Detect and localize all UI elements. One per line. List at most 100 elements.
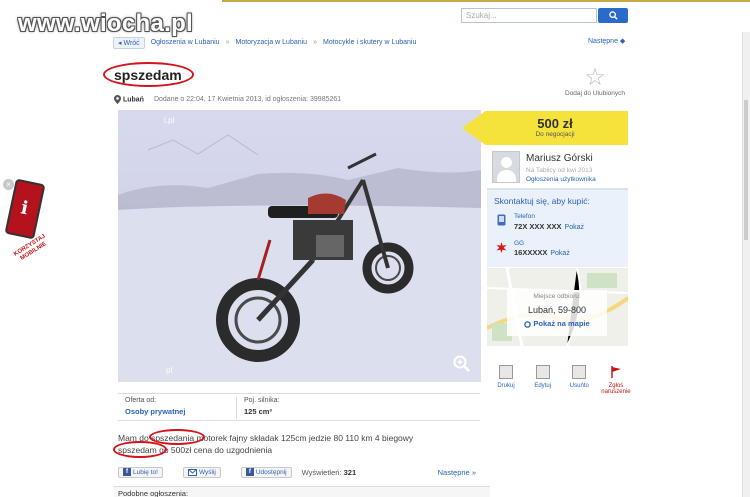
phone-value: 72X XXX XXX Pokaż bbox=[514, 222, 584, 231]
gadu-gadu-icon bbox=[496, 242, 507, 253]
breadcrumb-item[interactable]: Ogłoszenia w Lubaniu bbox=[151, 39, 220, 46]
mobile-banner[interactable]: × i KORZYSTAJ MOBILNIE bbox=[0, 178, 62, 278]
back-button[interactable]: ◂ Wróć bbox=[113, 36, 145, 49]
ad-photo[interactable]: l.pl pl bbox=[118, 110, 481, 382]
print-button[interactable]: Drukuj bbox=[491, 365, 521, 395]
contact-heading: Skontaktuj się, aby kupić: bbox=[494, 196, 590, 206]
envelope-icon bbox=[187, 468, 197, 476]
breadcrumb-separator: » bbox=[313, 39, 317, 46]
description-text: go 500zł cena do uzgodnienia bbox=[156, 445, 273, 455]
gg-number: 16XXXXX bbox=[514, 248, 548, 257]
view-counter: Wyświetleń: 321 bbox=[302, 468, 357, 477]
top-bar: www.wiocha.pl Szukaj... bbox=[0, 0, 750, 37]
trash-icon bbox=[572, 365, 587, 379]
delete-button[interactable]: Usuńto bbox=[564, 365, 594, 395]
location-map[interactable]: Miejsce odbioru: Lubań, 59-800 Pokaż na … bbox=[487, 268, 628, 346]
price-amount: 500 zł bbox=[537, 116, 573, 131]
info-icon: i bbox=[19, 197, 31, 220]
avatar bbox=[492, 151, 520, 183]
breadcrumb-separator: » bbox=[225, 39, 230, 46]
engine-label: Poj. silnika: bbox=[244, 397, 280, 404]
print-label: Drukuj bbox=[497, 383, 515, 389]
next-ad-link[interactable]: Następne ◆ bbox=[588, 37, 625, 45]
add-to-favorites[interactable]: ☆ Dodaj do Ulubionych bbox=[560, 64, 630, 98]
search-icon bbox=[608, 11, 618, 20]
edit-icon bbox=[535, 365, 550, 379]
breadcrumb-item[interactable]: Motocykle i skutery w Lubaniu bbox=[323, 39, 416, 46]
phone-icon bbox=[497, 214, 506, 226]
map-pin-icon bbox=[524, 320, 532, 328]
ad-location: Lubań bbox=[114, 95, 144, 104]
show-map-link[interactable]: Pokaż na mapie bbox=[507, 319, 607, 328]
site-watermark: www.wiocha.pl bbox=[18, 10, 194, 37]
price-note: Do negocjacji bbox=[535, 131, 575, 138]
facebook-like-button[interactable]: f Lubię to! bbox=[118, 466, 163, 478]
seller-since: Na Tablicy od kwi 2013 bbox=[526, 167, 593, 174]
facebook-icon: f bbox=[123, 468, 131, 476]
header-accent-line bbox=[222, 0, 750, 2]
close-icon[interactable]: × bbox=[3, 179, 14, 190]
description-line-2: spszedam go 500zł cena do uzgodnienia bbox=[118, 444, 478, 456]
offer-label: Oferta od: bbox=[125, 397, 157, 404]
star-icon: ☆ bbox=[584, 64, 606, 91]
edit-button[interactable]: Edytuj bbox=[528, 365, 558, 395]
map-info-card: Miejsce odbioru: Lubań, 59-800 Pokaż na … bbox=[507, 290, 607, 336]
ad-city: Lubań bbox=[122, 96, 144, 104]
search-input[interactable]: Szukaj... bbox=[461, 8, 597, 23]
next-ad-bottom-link[interactable]: Następne » bbox=[438, 468, 476, 477]
phone-label: Telefon bbox=[514, 213, 535, 220]
similar-ads-heading: Podobne ogłoszenia: bbox=[114, 486, 490, 497]
printer-icon bbox=[499, 365, 513, 379]
share-bar: f Lubię to! Wyślij f Udostępnij Wyświetleń… bbox=[118, 465, 478, 479]
gg-label: GG bbox=[514, 240, 525, 247]
phone-number: 72X XXX XXX bbox=[514, 222, 562, 231]
facebook-icon: f bbox=[245, 468, 254, 476]
back-label: Wróć bbox=[123, 39, 140, 47]
seller-name: Mariusz Górski bbox=[526, 153, 593, 164]
show-phone-button[interactable]: Pokaż bbox=[565, 224, 584, 231]
breadcrumb: ◂ Wróć Ogłoszenia w Lubaniu » Motoryzacj… bbox=[113, 36, 416, 49]
seller-card: Mariusz Górski Na Tablicy od kwi 2013 Og… bbox=[487, 145, 628, 189]
engine-cell: Poj. silnika: 125 cm³ bbox=[244, 397, 279, 416]
gg-value: 16XXXXX Pokaż bbox=[514, 248, 570, 257]
send-label: Wyślij bbox=[198, 468, 216, 476]
motorcycle-photo bbox=[118, 110, 481, 382]
pickup-label: Miejsce odbioru: bbox=[533, 293, 581, 300]
report-button[interactable]: Zgłoś naruszenie bbox=[601, 365, 631, 395]
highlight-circle bbox=[103, 62, 194, 87]
offer-value[interactable]: Osoby prywatnej bbox=[125, 407, 185, 416]
edit-label: Edytuj bbox=[534, 383, 551, 389]
views-label: Wyświetleń: bbox=[301, 467, 342, 477]
engine-value: 125 cm³ bbox=[244, 407, 272, 416]
breadcrumb-item[interactable]: Motoryzacja w Lubaniu bbox=[235, 39, 307, 46]
report-label: Zgłoś naruszenie bbox=[601, 383, 631, 395]
pickup-city: Lubań, 59-800 bbox=[527, 305, 587, 315]
seller-ads-link[interactable]: Ogłoszenia użytkownika bbox=[526, 176, 596, 183]
views-value: 321 bbox=[343, 467, 357, 477]
price-badge: 500 zł Do negocjacji bbox=[462, 111, 628, 145]
flag-icon bbox=[608, 365, 623, 379]
contact-box: Skontaktuj się, aby kupić: Telefon 72X X… bbox=[487, 189, 628, 267]
scrollbar-thumb[interactable] bbox=[744, 100, 748, 240]
photo-watermark-bottom: pl bbox=[166, 366, 173, 375]
highlight-circle bbox=[113, 441, 167, 458]
location-pin-icon bbox=[114, 95, 121, 104]
like-label: Lubię to! bbox=[133, 468, 158, 476]
ad-actions: Drukuj Edytuj Usuńto Zgłoś naruszenie bbox=[491, 365, 631, 395]
offer-cell: Oferta od: Osoby prywatnej bbox=[125, 397, 185, 416]
send-email-button[interactable]: Wyślij bbox=[182, 466, 221, 478]
share-label: Udostępnij bbox=[255, 468, 287, 476]
facebook-share-button[interactable]: f Udostępnij bbox=[240, 466, 292, 478]
zoom-icon[interactable] bbox=[453, 355, 471, 373]
show-map-label: Pokaż na mapie bbox=[533, 319, 590, 328]
photo-watermark-top: l.pl bbox=[164, 116, 175, 125]
favorite-label: Dodaj do Ulubionych bbox=[565, 90, 625, 97]
next-ad-label: Następne bbox=[588, 38, 618, 45]
ad-meta: Lubań Dodane o 22:04, 17 Kwietnia 2013, … bbox=[114, 95, 341, 104]
delete-label: Usuńto bbox=[569, 383, 589, 389]
ad-details: Oferta od: Osoby prywatnej Poj. silnika:… bbox=[118, 393, 480, 421]
search-button[interactable] bbox=[598, 8, 628, 23]
description-text: motorek fajny składak 125cm jedzie 80 11… bbox=[194, 433, 414, 443]
details-divider bbox=[236, 397, 237, 419]
show-gg-button[interactable]: Pokaż bbox=[550, 250, 569, 257]
